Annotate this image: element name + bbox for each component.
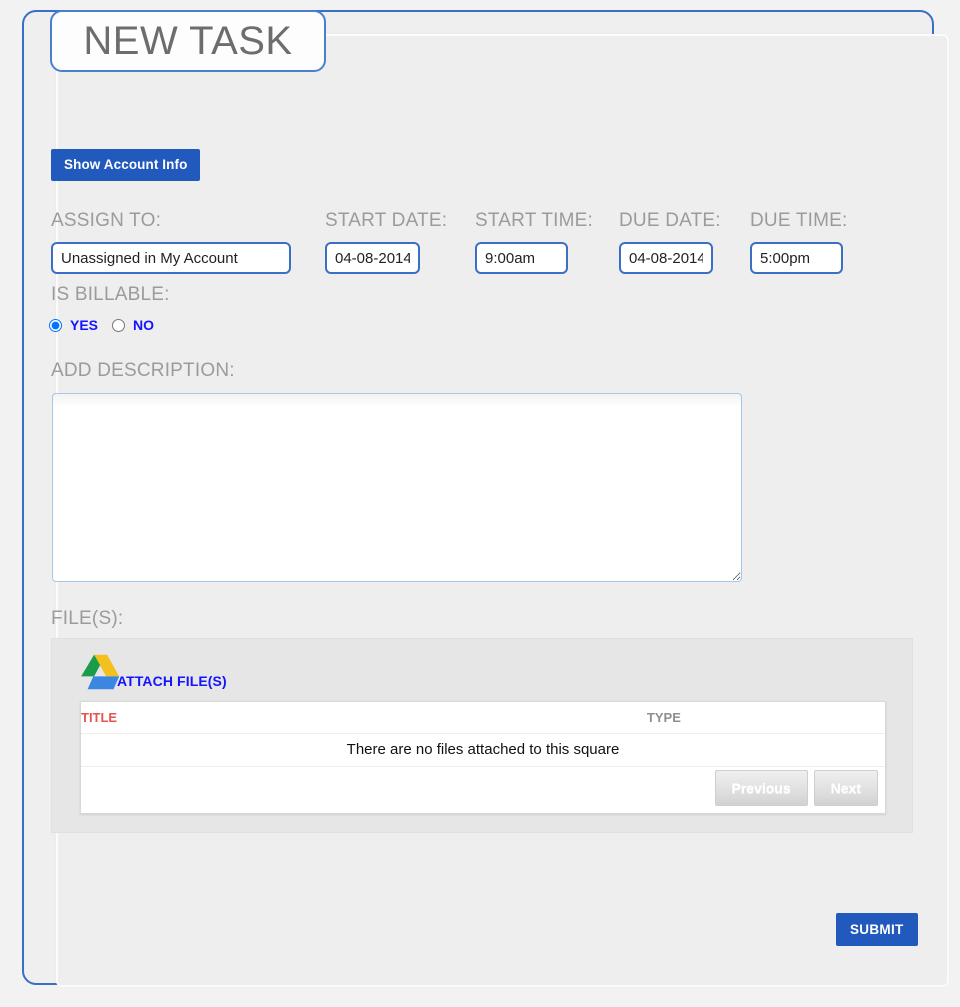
description-textarea[interactable]	[52, 393, 742, 582]
billable-no-radio[interactable]	[112, 318, 126, 332]
google-drive-icon	[80, 653, 122, 691]
assign-to-label: ASSIGN TO:	[51, 210, 162, 231]
due-time-label: DUE TIME:	[750, 210, 848, 231]
attach-files-link[interactable]: ATTACH FILE(S)	[117, 673, 227, 689]
files-table-header-row: TITLE TYPE	[81, 702, 885, 734]
page-title-text: NEW TASK	[83, 19, 293, 63]
start-date-label: START DATE:	[325, 210, 448, 231]
next-page-button[interactable]: Next	[813, 770, 878, 806]
files-panel: ATTACH FILE(S) TITLE TYPE There are no f…	[51, 638, 913, 833]
billable-yes-label[interactable]: YES	[70, 317, 98, 333]
start-time-label: START TIME:	[475, 210, 593, 231]
files-pagination: Previous Next	[714, 770, 878, 806]
billable-yes-radio[interactable]	[49, 318, 62, 332]
billable-no-label[interactable]: NO	[133, 317, 154, 333]
table-row: There are no files attached to this squa…	[81, 733, 885, 767]
column-header-type: TYPE	[442, 702, 885, 734]
due-date-label: DUE DATE:	[619, 210, 721, 231]
start-time-input[interactable]	[475, 242, 568, 274]
assign-to-input[interactable]	[51, 242, 291, 274]
previous-page-button[interactable]: Previous	[714, 770, 808, 806]
page-title: NEW TASK	[50, 10, 326, 72]
is-billable-label: IS BILLABLE:	[51, 284, 170, 305]
show-account-info-button[interactable]: Show Account Info	[51, 149, 201, 181]
due-time-input[interactable]	[750, 242, 843, 274]
files-label: FILE(S):	[51, 608, 124, 629]
empty-state-message: There are no files attached to this squa…	[81, 733, 885, 767]
add-description-label: ADD DESCRIPTION:	[51, 360, 235, 381]
start-date-input[interactable]	[325, 242, 420, 274]
is-billable-radio-group: YES NO	[49, 317, 162, 333]
files-table: TITLE TYPE There are no files attached t…	[80, 701, 886, 814]
submit-button[interactable]: SUBMIT	[836, 913, 918, 946]
attach-files-row: ATTACH FILE(S)	[80, 651, 227, 691]
column-header-title: TITLE	[81, 702, 443, 734]
due-date-input[interactable]	[619, 242, 713, 274]
